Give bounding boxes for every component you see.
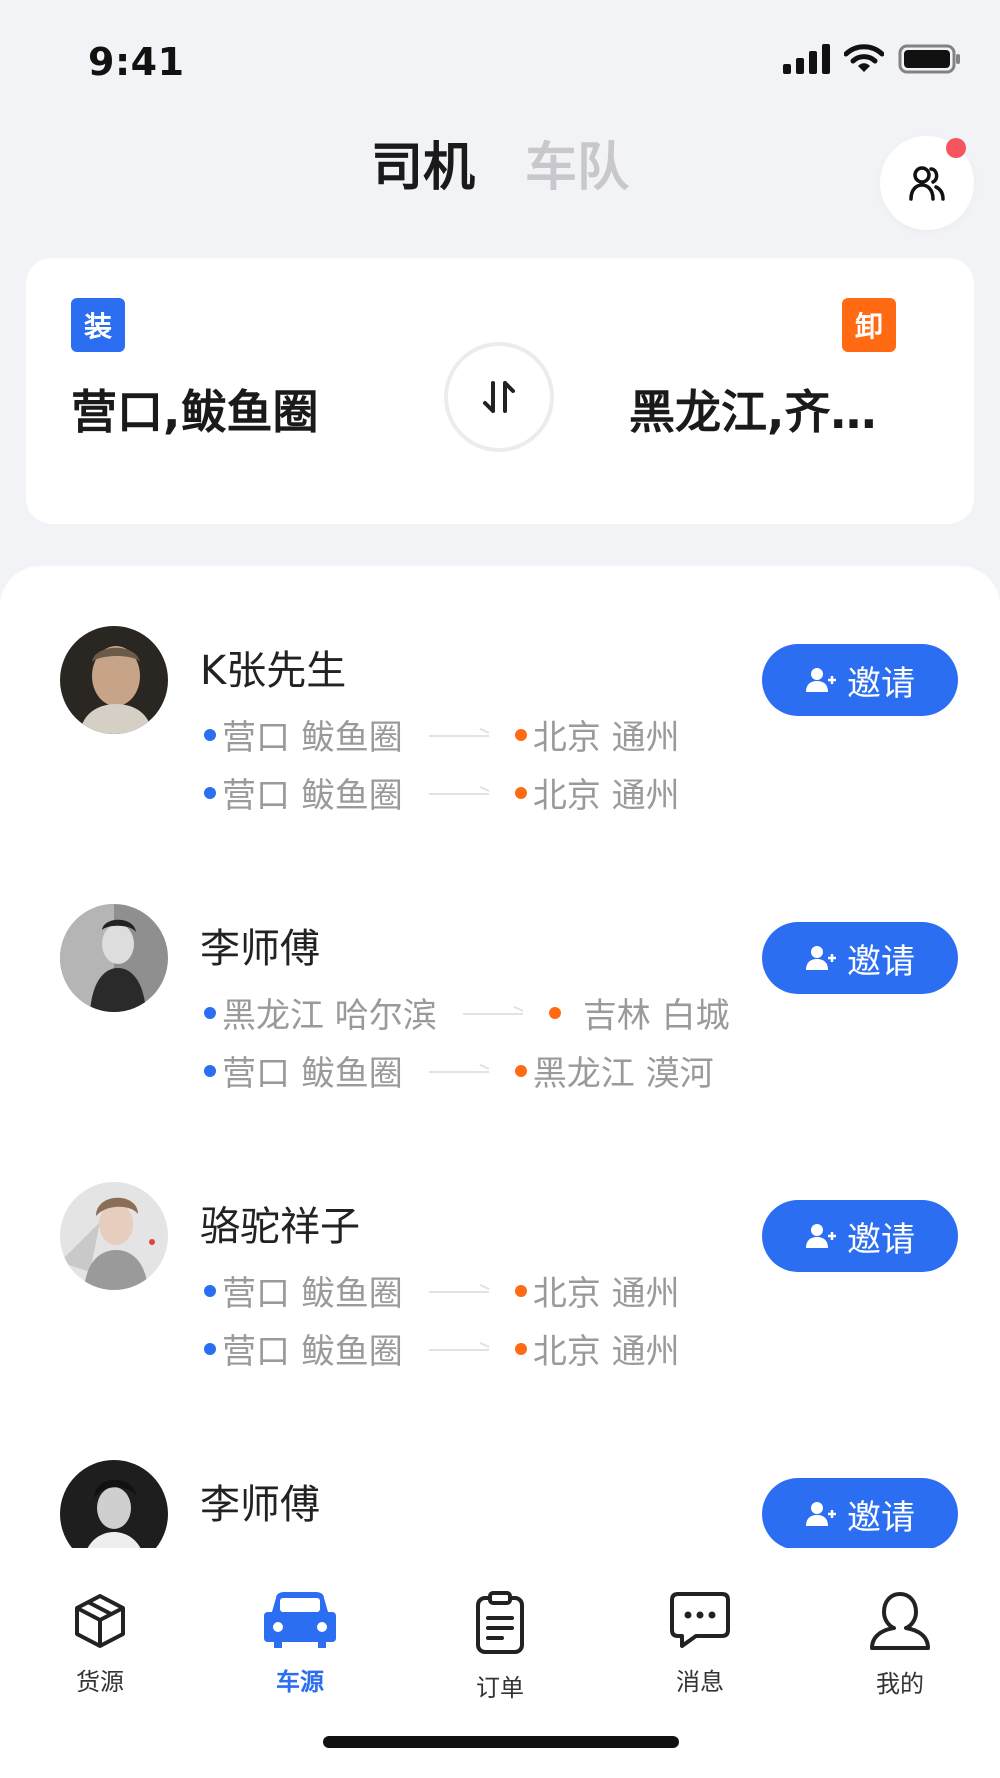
route-to: 北京 通州 <box>532 776 680 816</box>
destination-dot <box>514 1064 527 1077</box>
unload-tag: 卸 <box>842 298 896 352</box>
route-to: 北京 通州 <box>532 718 680 758</box>
load-tag: 装 <box>71 298 125 352</box>
route-from: 营口 鲅鱼圈 <box>222 1054 403 1094</box>
route-card: 装 卸 营口,鲅鱼圈 黑龙江,齐… <box>26 258 974 524</box>
origin-dot <box>204 728 216 741</box>
tab-driver[interactable]: 司机 <box>371 128 475 208</box>
add-user-icon <box>806 946 836 970</box>
user-icon <box>870 1592 930 1650</box>
invite-label: 邀请 <box>847 663 915 704</box>
driver-row: 李师傅 邀请 <box>0 1400 1000 1566</box>
team-icon <box>909 166 945 201</box>
route-line: 营口 鲅鱼圈 北京 通州 <box>204 1324 680 1373</box>
swap-icon <box>483 381 515 413</box>
tab-goods[interactable]: 货源 <box>40 1590 160 1697</box>
tab-label: 车源 <box>276 1668 324 1696</box>
origin-city[interactable]: 营口,鲅鱼圈 <box>71 376 318 442</box>
arrow-icon <box>428 1343 489 1355</box>
driver-name: 李师傅 <box>200 926 320 972</box>
clipboard-icon <box>476 1591 524 1654</box>
tab-messages[interactable]: 消息 <box>640 1590 760 1697</box>
add-user-icon <box>806 668 836 692</box>
destination-dot <box>514 786 527 799</box>
battery-icon <box>898 44 962 74</box>
team-button[interactable] <box>880 136 974 230</box>
add-user-icon <box>806 1224 836 1248</box>
home-indicator <box>323 1736 679 1748</box>
origin-dot <box>204 1006 216 1019</box>
status-icons <box>783 44 962 74</box>
wifi-icon <box>844 44 884 74</box>
driver-name: K张先生 <box>200 648 347 694</box>
route-from: 黑龙江 哈尔滨 <box>222 996 437 1036</box>
top-tabs: 司机 车队 <box>0 128 1000 208</box>
driver-row: K张先生 营口 鲅鱼圈 北京 通州 营口 鲅鱼圈 北京 通州 邀请 <box>0 566 1000 844</box>
route-from: 营口 鲅鱼圈 <box>222 776 403 816</box>
destination-dot <box>548 1006 561 1019</box>
tab-label: 货源 <box>76 1668 124 1696</box>
destination-dot <box>514 1342 527 1355</box>
tab-label: 订单 <box>476 1674 524 1702</box>
arrow-icon <box>428 1065 489 1077</box>
status-time: 9:41 <box>88 40 185 84</box>
invite-button[interactable]: 邀请 <box>762 644 958 716</box>
invite-button[interactable]: 邀请 <box>762 1478 958 1550</box>
route-from: 营口 鲅鱼圈 <box>222 1274 403 1314</box>
driver-row: 李师傅 黑龙江 哈尔滨 吉林 白城 营口 鲅鱼圈 黑龙江 漠河 邀请 <box>0 844 1000 1122</box>
signal-icon <box>783 44 830 74</box>
driver-name: 李师傅 <box>200 1482 320 1528</box>
route-line: 营口 鲅鱼圈 北京 通州 <box>204 768 680 817</box>
status-bar: 9:41 <box>0 0 1000 120</box>
route-to: 北京 通州 <box>532 1274 680 1314</box>
route-line: 营口 鲅鱼圈 黑龙江 漠河 <box>204 1046 714 1095</box>
tab-label: 消息 <box>676 1668 724 1696</box>
tab-profile[interactable]: 我的 <box>840 1590 960 1699</box>
notification-dot <box>946 138 966 158</box>
arrow-icon <box>428 1285 489 1297</box>
route-from: 营口 鲅鱼圈 <box>222 718 403 758</box>
driver-name: 骆驼祥子 <box>200 1204 360 1250</box>
origin-dot <box>204 1064 216 1077</box>
tab-vehicles[interactable]: 车源 <box>240 1590 360 1697</box>
invite-button[interactable]: 邀请 <box>762 1200 958 1272</box>
route-line: 黑龙江 哈尔滨 吉林 白城 <box>204 988 730 1037</box>
driver-row: 骆驼祥子 营口 鲅鱼圈 北京 通州 营口 鲅鱼圈 北京 通州 邀请 <box>0 1122 1000 1400</box>
origin-dot <box>204 786 216 799</box>
swap-button[interactable] <box>444 342 554 452</box>
route-to: 黑龙江 漠河 <box>532 1054 714 1094</box>
destination-dot <box>514 728 527 741</box>
tab-label: 我的 <box>876 1670 924 1698</box>
arrow-icon <box>428 729 489 741</box>
add-user-icon <box>806 1502 836 1526</box>
route-from: 营口 鲅鱼圈 <box>222 1332 403 1372</box>
arrow-icon <box>428 787 489 799</box>
tab-orders[interactable]: 订单 <box>440 1590 560 1703</box>
tab-fleet[interactable]: 车队 <box>525 128 629 208</box>
message-icon <box>670 1592 730 1648</box>
origin-dot <box>204 1342 216 1355</box>
car-icon <box>264 1592 336 1648</box>
origin-dot <box>204 1284 216 1297</box>
route-line: 营口 鲅鱼圈 北京 通州 <box>204 710 680 759</box>
avatar <box>60 626 168 734</box>
destination-city[interactable]: 黑龙江,齐… <box>629 376 889 442</box>
route-to: 吉林 白城 <box>582 996 730 1036</box>
route-to: 北京 通州 <box>532 1332 680 1372</box>
avatar <box>60 1182 168 1290</box>
arrow-icon <box>462 1007 523 1019</box>
box-icon <box>75 1594 125 1648</box>
invite-label: 邀请 <box>847 1497 915 1538</box>
destination-dot <box>514 1284 527 1297</box>
invite-label: 邀请 <box>847 1219 915 1260</box>
invite-button[interactable]: 邀请 <box>762 922 958 994</box>
avatar <box>60 904 168 1012</box>
invite-label: 邀请 <box>847 941 915 982</box>
driver-list: K张先生 营口 鲅鱼圈 北京 通州 营口 鲅鱼圈 北京 通州 邀请 李师傅 黑龙… <box>0 566 1000 1566</box>
route-line: 营口 鲅鱼圈 北京 通州 <box>204 1266 680 1315</box>
